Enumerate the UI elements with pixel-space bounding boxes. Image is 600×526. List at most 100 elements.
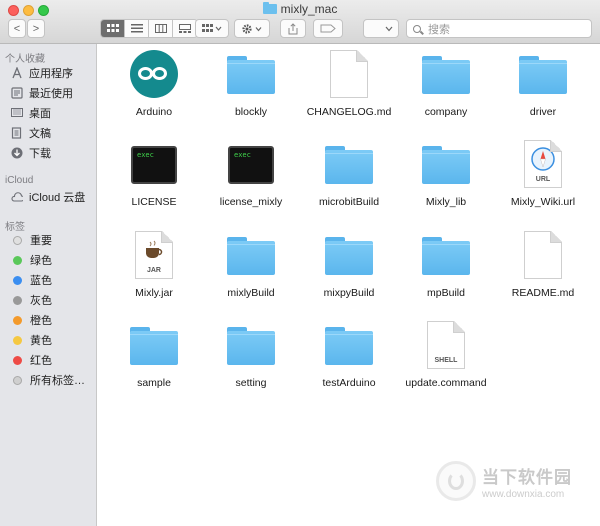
- file-name: testArduino: [322, 377, 376, 389]
- file-name: sample: [137, 377, 171, 389]
- column-view-icon: [154, 24, 167, 33]
- column-view-button[interactable]: [149, 20, 173, 37]
- icloud-header: iCloud: [5, 175, 34, 186]
- search-placeholder: 搜索: [428, 23, 450, 36]
- folder-icon: [422, 237, 470, 275]
- file-name: LICENSE: [131, 196, 177, 208]
- grid-group-icon: [202, 24, 222, 32]
- file-name: blockly: [234, 106, 268, 118]
- file-name: CHANGELOG.md: [306, 106, 392, 118]
- view-mode-segment: [100, 19, 198, 38]
- sidebar-tag-red[interactable]: 红色: [11, 351, 52, 369]
- file-name: mixpyBuild: [323, 287, 375, 299]
- sidebar-tag-green[interactable]: 绿色: [11, 251, 52, 269]
- cloud-icon: [11, 191, 23, 203]
- file-name: mpBuild: [427, 287, 465, 299]
- tag-dot-icon: [13, 235, 22, 245]
- desktop-icon: [11, 107, 23, 119]
- tag-dot-icon: [13, 355, 22, 365]
- file-name: Mixly_Wiki.url: [510, 196, 576, 208]
- document-icon: [524, 231, 562, 279]
- document-icon: [330, 50, 368, 98]
- arduino-app-icon: [130, 50, 178, 98]
- icon-view-icon: [106, 24, 119, 32]
- watermark-logo: [436, 461, 476, 501]
- file-name: update.command: [405, 377, 487, 389]
- terminal-exec-icon: exec: [131, 146, 177, 184]
- gallery-view-icon: [179, 24, 191, 33]
- watermark-url: www.downxia.com: [482, 489, 565, 500]
- url-document-icon: URL: [524, 140, 562, 188]
- folder-icon: [325, 237, 373, 275]
- gallery-view-button[interactable]: [173, 20, 197, 37]
- folder-icon: [130, 327, 178, 365]
- file-name: setting: [235, 377, 267, 389]
- sidebar-item-icloud-drive[interactable]: iCloud 云盘: [11, 188, 85, 206]
- folder-icon: [227, 327, 275, 365]
- share-button[interactable]: [280, 19, 306, 38]
- edit-tags-button[interactable]: [313, 19, 343, 38]
- search-field[interactable]: 搜索: [406, 19, 592, 38]
- file-name: company: [424, 106, 468, 118]
- file-name: Mixly_lib: [425, 196, 467, 208]
- file-name: driver: [529, 106, 557, 118]
- safari-compass-icon: [531, 147, 555, 171]
- folder-icon: [422, 56, 470, 94]
- sidebar-item-downloads[interactable]: 下载: [11, 144, 51, 162]
- favorites-header: 个人收藏: [5, 54, 45, 65]
- file-name: Arduino: [135, 106, 173, 118]
- folder-icon: [325, 327, 373, 365]
- folder-icon: [227, 56, 275, 94]
- file-name: microbitBuild: [318, 196, 380, 208]
- search-icon: [413, 24, 421, 33]
- tag-dot-icon: [13, 315, 22, 325]
- sidebar-tag-yellow[interactable]: 黄色: [11, 331, 52, 349]
- forward-button[interactable]: >: [27, 19, 45, 38]
- tag-dot-icon: [13, 375, 22, 385]
- file-name: Mixly.jar: [135, 287, 173, 299]
- sidebar-tag-orange[interactable]: 橙色: [11, 311, 52, 329]
- tag-dot-icon: [13, 275, 22, 285]
- folder-icon: [519, 56, 567, 94]
- sidebar-all-tags[interactable]: 所有标签…: [11, 371, 85, 389]
- folder-icon: [262, 2, 277, 14]
- file-name: README.md: [511, 287, 575, 299]
- folder-icon: [227, 237, 275, 275]
- shell-document-icon: SHELL: [427, 321, 465, 369]
- group-by-button[interactable]: [195, 19, 229, 38]
- recents-icon: [11, 87, 23, 99]
- share-icon: [288, 22, 298, 34]
- window-title: mixly_mac: [0, 2, 600, 16]
- documents-icon: [11, 127, 23, 139]
- sidebar-tag-blue[interactable]: 蓝色: [11, 271, 52, 289]
- sidebar-tag-gray[interactable]: 灰色: [11, 291, 52, 309]
- terminal-exec-icon: exec: [228, 146, 274, 184]
- sidebar-item-documents[interactable]: 文稿: [11, 124, 51, 142]
- list-view-icon: [130, 24, 143, 33]
- icon-view-button[interactable]: [101, 20, 125, 37]
- java-coffee-cup-icon: [146, 240, 163, 258]
- action-gear-button[interactable]: [234, 19, 270, 38]
- sidebar: 个人收藏 应用程序 最近使用 桌面 文稿 下载 iCloud iCloud 云盘…: [0, 44, 97, 526]
- list-view-button[interactable]: [125, 20, 149, 37]
- folder-icon: [422, 146, 470, 184]
- chevron-down-icon: [385, 26, 393, 31]
- applications-icon: [11, 67, 23, 79]
- sidebar-item-desktop[interactable]: 桌面: [11, 104, 51, 122]
- file-name: mixlyBuild: [227, 287, 275, 299]
- jar-document-icon: JAR: [135, 231, 173, 279]
- folder-icon: [325, 146, 373, 184]
- sidebar-item-applications[interactable]: 应用程序: [11, 64, 73, 82]
- gear-icon: [242, 23, 262, 34]
- tag-icon: [320, 24, 336, 33]
- sidebar-item-recents[interactable]: 最近使用: [11, 84, 73, 102]
- sidebar-tag-important[interactable]: 重要: [11, 231, 52, 249]
- tag-dot-icon: [13, 295, 22, 305]
- file-name: license_mixly: [219, 196, 283, 208]
- downloads-icon: [11, 147, 23, 159]
- tag-dot-icon: [13, 255, 22, 265]
- path-dropdown-button[interactable]: [363, 19, 399, 38]
- watermark-title: 当下软件园: [482, 468, 572, 487]
- window-toolbar: mixly_mac < > 搜索: [0, 0, 600, 44]
- back-button[interactable]: <: [8, 19, 26, 38]
